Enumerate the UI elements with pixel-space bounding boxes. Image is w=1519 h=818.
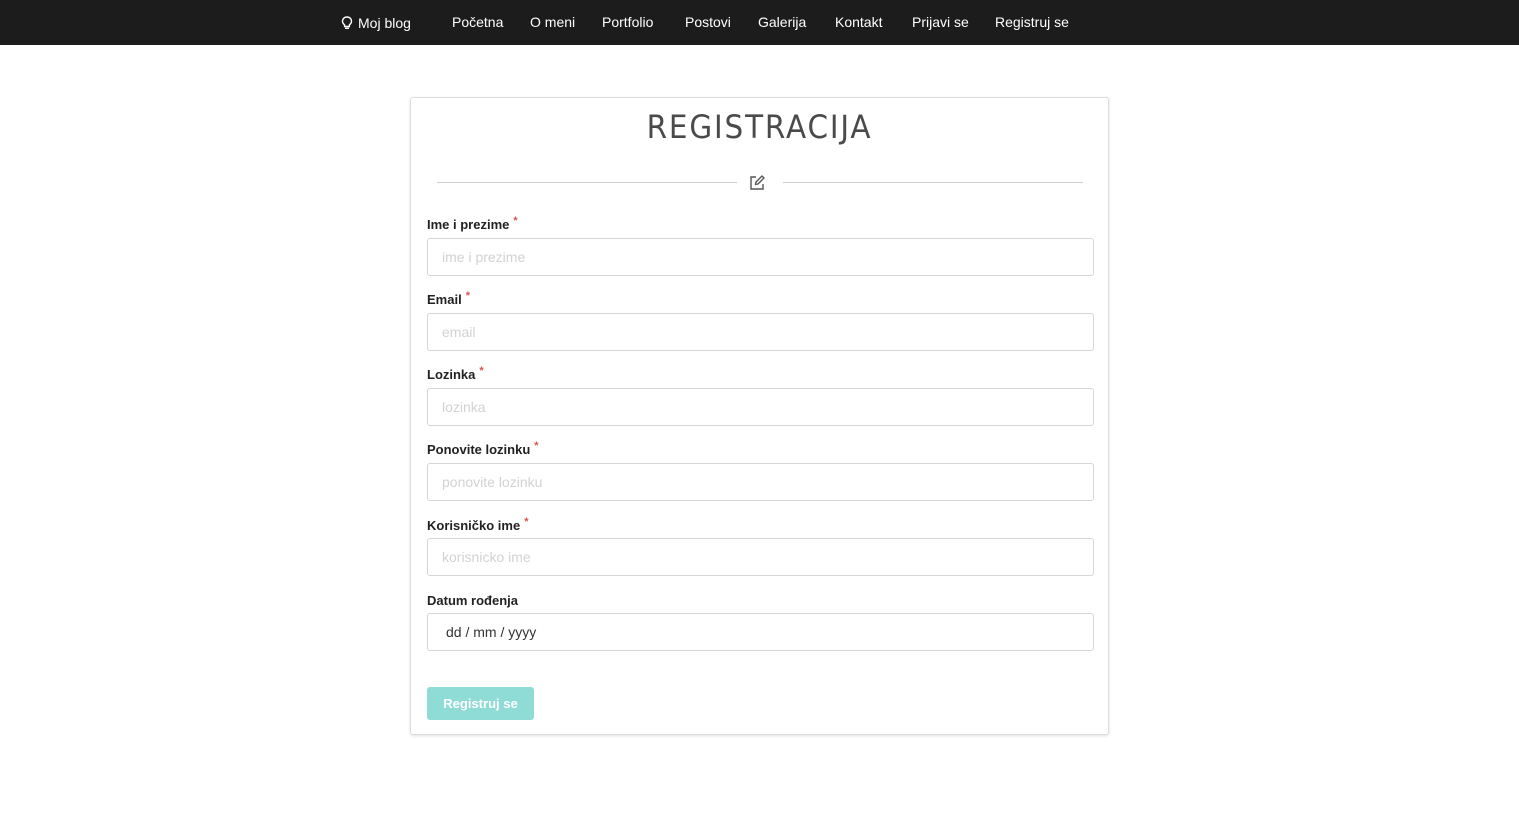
required-mark: * <box>534 440 539 452</box>
form-title: REGISTRACIJA <box>646 108 873 146</box>
divider-right <box>783 182 1083 183</box>
full-name-input[interactable] <box>427 238 1094 276</box>
nav-item-pocetna[interactable]: Početna <box>452 0 503 45</box>
email-label: Email * <box>427 290 470 307</box>
required-mark: * <box>479 365 484 377</box>
edit-icon <box>748 174 766 192</box>
repeat-password-input[interactable] <box>427 463 1094 501</box>
nav-item-registruj-se[interactable]: Registruj se <box>995 0 1069 45</box>
password-input[interactable] <box>427 388 1094 426</box>
top-navbar: Moj blog Početna O meni Portfolio Postov… <box>0 0 1519 45</box>
divider-left <box>437 182 737 183</box>
username-input[interactable] <box>427 538 1094 576</box>
nav-item-prijavi-se[interactable]: Prijavi se <box>912 0 969 45</box>
nav-item-kontakt[interactable]: Kontakt <box>835 0 882 45</box>
birth-date-input[interactable] <box>427 613 1094 651</box>
nav-item-o-meni[interactable]: O meni <box>530 0 575 45</box>
lightbulb-icon <box>341 15 353 30</box>
email-input[interactable] <box>427 313 1094 351</box>
register-button[interactable]: Registruj se <box>427 687 534 720</box>
password-label: Lozinka * <box>427 365 484 382</box>
brand-label: Moj blog <box>358 14 411 31</box>
nav-item-postovi[interactable]: Postovi <box>685 0 731 45</box>
registration-card: REGISTRACIJA Ime i prezime* Email* Lozin… <box>410 97 1109 735</box>
username-label: Korisničko ime * <box>427 516 529 533</box>
brand-link[interactable]: Moj blog <box>341 0 411 45</box>
repeat-password-label: Ponovite lozinku * <box>427 440 539 457</box>
required-mark: * <box>524 516 529 528</box>
nav-item-galerija[interactable]: Galerija <box>758 0 806 45</box>
nav-item-portfolio[interactable]: Portfolio <box>602 0 653 45</box>
full-name-label: Ime i prezime * <box>427 215 518 232</box>
birth-date-label: Datum rođenja <box>427 593 519 608</box>
required-mark: * <box>465 290 470 302</box>
required-mark: * <box>513 215 518 227</box>
